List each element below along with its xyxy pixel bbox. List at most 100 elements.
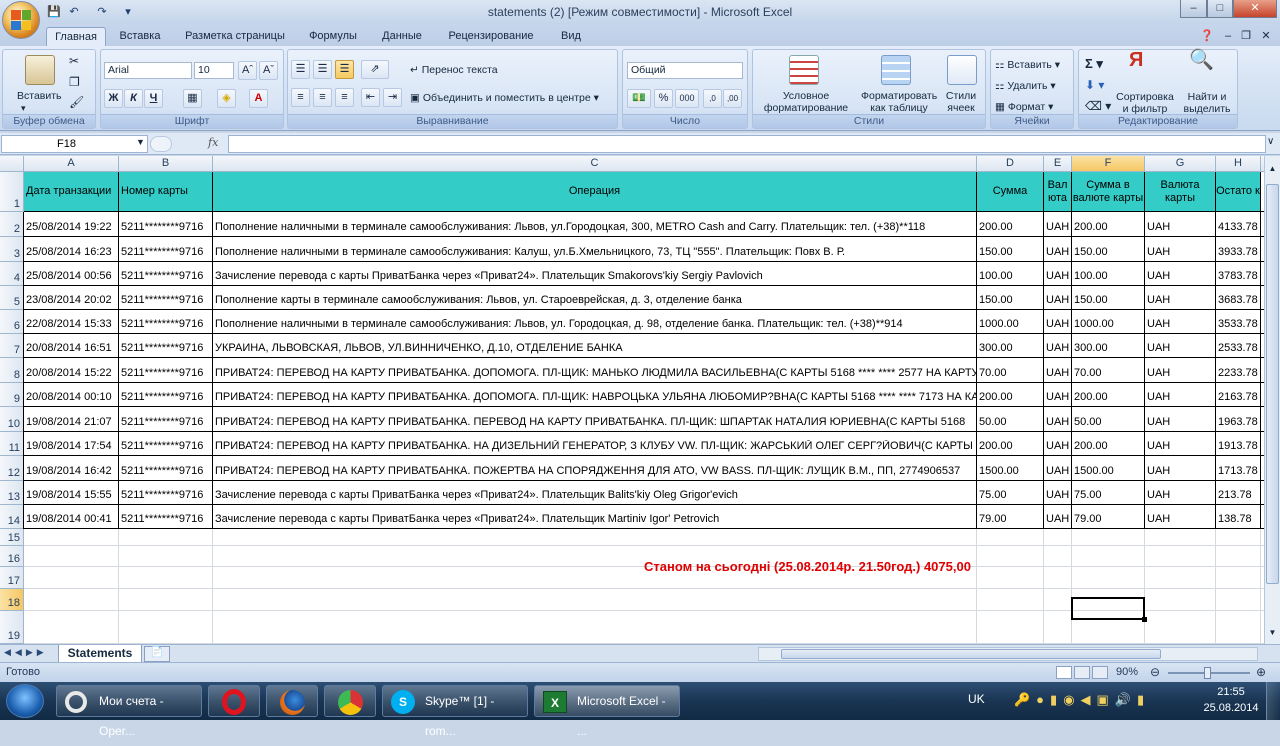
- table-cell-a8[interactable]: 20/08/2014 15:22: [24, 367, 119, 380]
- table-cell-a3[interactable]: 25/08/2014 16:23: [24, 246, 119, 259]
- table-cell-f2[interactable]: 200.00: [1072, 221, 1145, 234]
- shrink-font-icon[interactable]: Aˇ: [259, 61, 278, 80]
- table-cell-g9[interactable]: UAH: [1145, 391, 1216, 404]
- header-cell-f[interactable]: Сумма в валюте карты: [1072, 172, 1145, 212]
- number-format-box[interactable]: Общий: [627, 62, 743, 79]
- language-indicator[interactable]: UK: [968, 692, 985, 706]
- bold-button[interactable]: Ж: [104, 89, 123, 108]
- taskbar-excel[interactable]: X Microsoft Excel - ...: [534, 685, 680, 738]
- table-cell-a7[interactable]: 20/08/2014 16:51: [24, 342, 119, 355]
- grow-font-icon[interactable]: Aˆ: [238, 61, 257, 80]
- minimize-button[interactable]: –: [1180, 0, 1207, 18]
- horizontal-scrollbar[interactable]: [758, 647, 1258, 661]
- table-cell-c10[interactable]: ПРИВАТ24: ПЕРЕВОД НА КАРТУ ПРИВАТБАНКА. …: [213, 416, 977, 429]
- table-cell-d3[interactable]: 150.00: [977, 246, 1044, 259]
- row-header-3[interactable]: 3: [0, 237, 24, 262]
- tab-view[interactable]: Вид: [552, 27, 590, 47]
- column-header-g[interactable]: G: [1145, 156, 1216, 172]
- sort-filter-button[interactable]: Сортировка и фильтр: [1113, 91, 1177, 115]
- table-cell-h7[interactable]: 2533.78: [1216, 342, 1261, 355]
- align-right-icon[interactable]: ≡: [335, 88, 354, 107]
- table-cell-e6[interactable]: UAH: [1044, 318, 1072, 331]
- tab-review[interactable]: Рецензирование: [440, 27, 542, 47]
- table-cell-d5[interactable]: 150.00: [977, 294, 1044, 307]
- conditional-formatting-icon[interactable]: [789, 55, 819, 85]
- paste-button[interactable]: Вставить: [17, 90, 62, 102]
- header-cell-b[interactable]: Номер карты: [119, 172, 213, 212]
- column-header-h[interactable]: H: [1216, 156, 1261, 172]
- fill-handle[interactable]: [1142, 617, 1147, 622]
- cut-icon[interactable]: ✂: [69, 55, 79, 67]
- page-break-view-icon[interactable]: [1092, 666, 1108, 679]
- insert-function-icon[interactable]: fx: [208, 136, 218, 149]
- row-header-9[interactable]: 9: [0, 383, 24, 407]
- column-header-d[interactable]: D: [977, 156, 1044, 172]
- taskbar-opera[interactable]: [208, 685, 260, 717]
- table-cell-g14[interactable]: UAH: [1145, 513, 1216, 526]
- paste-icon[interactable]: [25, 55, 55, 85]
- table-cell-f6[interactable]: 1000.00: [1072, 318, 1145, 331]
- maximize-button[interactable]: □: [1207, 0, 1233, 18]
- table-cell-b10[interactable]: 5211********9716: [119, 416, 213, 429]
- column-header-b[interactable]: B: [119, 156, 213, 172]
- table-cell-g13[interactable]: UAH: [1145, 489, 1216, 502]
- ribbon-restore-icon[interactable]: ❐: [1238, 27, 1254, 47]
- header-cell-h[interactable]: Остато к: [1216, 172, 1261, 212]
- insert-sheet-icon[interactable]: 📄: [144, 646, 170, 662]
- table-cell-g7[interactable]: UAH: [1145, 342, 1216, 355]
- column-header-e[interactable]: E: [1044, 156, 1072, 172]
- table-cell-b5[interactable]: 5211********9716: [119, 294, 213, 307]
- clock-date[interactable]: 25.08.2014: [1200, 702, 1262, 714]
- table-cell-b3[interactable]: 5211********9716: [119, 246, 213, 259]
- row-header-17[interactable]: 17: [0, 567, 24, 589]
- borders-icon[interactable]: ▦: [183, 89, 202, 108]
- row-header-4[interactable]: 4: [0, 262, 24, 286]
- decrease-decimal-icon[interactable]: ,00: [723, 89, 742, 108]
- table-cell-c5[interactable]: Пополнение карты в терминале самообслужи…: [213, 294, 977, 307]
- tab-data[interactable]: Данные: [374, 27, 430, 47]
- table-cell-f13[interactable]: 75.00: [1072, 489, 1145, 502]
- total-balance-text[interactable]: Станом на сьогодні (25.08.2014р. 21.50го…: [642, 559, 971, 575]
- table-cell-a4[interactable]: 25/08/2014 00:56: [24, 270, 119, 283]
- table-cell-g8[interactable]: UAH: [1145, 367, 1216, 380]
- table-cell-g6[interactable]: UAH: [1145, 318, 1216, 331]
- ribbon-minimize-icon[interactable]: –: [1220, 27, 1236, 47]
- table-cell-f5[interactable]: 150.00: [1072, 294, 1145, 307]
- table-cell-a9[interactable]: 20/08/2014 00:10: [24, 391, 119, 404]
- increase-indent-icon[interactable]: ⇥: [383, 88, 402, 107]
- decrease-indent-icon[interactable]: ⇤: [361, 88, 380, 107]
- align-left-icon[interactable]: ≡: [291, 88, 310, 107]
- table-cell-d14[interactable]: 79.00: [977, 513, 1044, 526]
- table-cell-c11[interactable]: ПРИВАТ24: ПЕРЕВОД НА КАРТУ ПРИВАТБАНКА. …: [213, 440, 977, 453]
- copy-icon[interactable]: ❐: [69, 76, 80, 88]
- row-header-16[interactable]: 16: [0, 546, 24, 567]
- italic-button[interactable]: К: [124, 89, 143, 108]
- taskbar-opera-mail[interactable]: Мои счета - Oper...: [56, 685, 202, 738]
- horizontal-scroll-thumb[interactable]: [781, 649, 1161, 659]
- table-cell-f4[interactable]: 100.00: [1072, 270, 1145, 283]
- sheet-nav-icon[interactable]: ◀◀▶▶: [4, 647, 48, 658]
- header-cell-c[interactable]: Операция: [213, 172, 977, 212]
- table-cell-g5[interactable]: UAH: [1145, 294, 1216, 307]
- table-cell-h4[interactable]: 3783.78: [1216, 270, 1261, 283]
- table-cell-h6[interactable]: 3533.78: [1216, 318, 1261, 331]
- wrap-text-button[interactable]: ↵ Перенос текста: [410, 64, 498, 76]
- table-cell-a2[interactable]: 25/08/2014 19:22: [24, 221, 119, 234]
- clear-icon[interactable]: ⌫ ▾: [1085, 100, 1111, 112]
- row-header-19[interactable]: 19: [0, 611, 24, 644]
- page-layout-view-icon[interactable]: [1074, 666, 1090, 679]
- row-header-15[interactable]: 15: [0, 529, 24, 546]
- table-cell-g2[interactable]: UAH: [1145, 221, 1216, 234]
- table-cell-c8[interactable]: ПРИВАТ24: ПЕРЕВОД НА КАРТУ ПРИВАТБАНКА. …: [213, 367, 977, 380]
- help-icon[interactable]: ❓: [1198, 27, 1216, 47]
- cell-styles-button[interactable]: Стили ячеек: [941, 90, 981, 114]
- table-cell-e9[interactable]: UAH: [1044, 391, 1072, 404]
- tab-page-layout[interactable]: Разметка страницы: [178, 27, 292, 47]
- zoom-in-icon[interactable]: ⊕: [1256, 665, 1266, 679]
- table-cell-h12[interactable]: 1713.78: [1216, 465, 1261, 478]
- table-cell-e7[interactable]: UAH: [1044, 342, 1072, 355]
- column-header-f[interactable]: F: [1072, 156, 1145, 172]
- table-cell-a11[interactable]: 19/08/2014 17:54: [24, 440, 119, 453]
- table-cell-b11[interactable]: 5211********9716: [119, 440, 213, 453]
- find-select-button[interactable]: Найти и выделить: [1177, 91, 1237, 115]
